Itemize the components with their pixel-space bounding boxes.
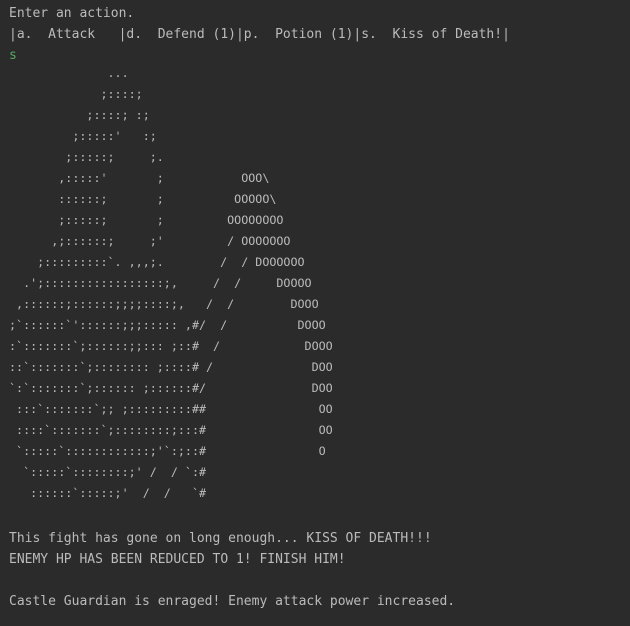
console-output: Enter an action. |a. Attack |d. Defend (… [9, 0, 630, 626]
ascii-art-grim-reaper: ... ;::::; ;::::; :; ;:::::' :; ;:::::; … [9, 66, 333, 500]
kiss-of-death-message: This fight has gone on long enough... KI… [9, 531, 432, 546]
enemy-enraged-message: Castle Guardian is enraged! Enemy attack… [9, 594, 456, 609]
hp-reduced-message: ENEMY HP HAS BEEN REDUCED TO 1! FINISH H… [9, 552, 346, 567]
action-prompt: Enter an action. [9, 6, 135, 21]
action-menu: |a. Attack |d. Defend (1)|p. Potion (1)|… [9, 27, 510, 42]
